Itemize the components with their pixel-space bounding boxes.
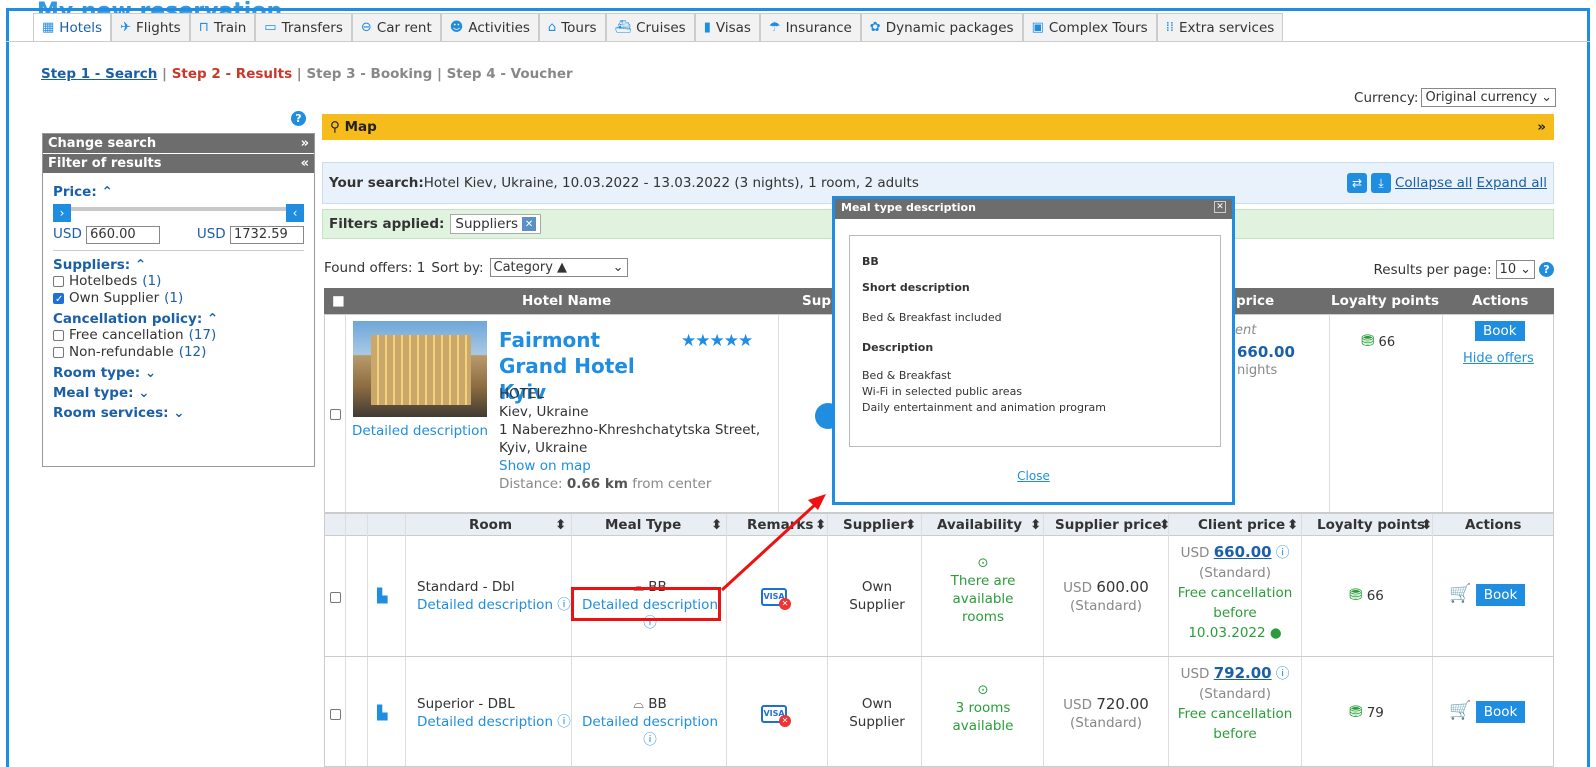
description-label: Description bbox=[862, 341, 934, 354]
short-description-text: Bed & Breakfast included bbox=[862, 311, 1002, 324]
meal-code: BB bbox=[862, 255, 879, 268]
modal-title: Meal type description bbox=[841, 201, 976, 214]
description-line: Wi-Fi in selected public areas bbox=[862, 385, 1023, 398]
description-line: Bed & Breakfast bbox=[862, 369, 952, 382]
highlight-box bbox=[571, 587, 721, 621]
description-line: Daily entertainment and animation progra… bbox=[862, 401, 1106, 414]
meal-type-modal: Meal type description ✕ BB Short descript… bbox=[832, 196, 1235, 505]
short-description-label: Short description bbox=[862, 281, 970, 294]
modal-content: BB Short description Bed & Breakfast inc… bbox=[849, 235, 1221, 447]
modal-header: Meal type description ✕ bbox=[835, 199, 1232, 219]
close-icon[interactable]: ✕ bbox=[1214, 201, 1226, 213]
annotation-arrow bbox=[720, 494, 826, 592]
modal-close-link[interactable]: Close bbox=[835, 469, 1232, 483]
